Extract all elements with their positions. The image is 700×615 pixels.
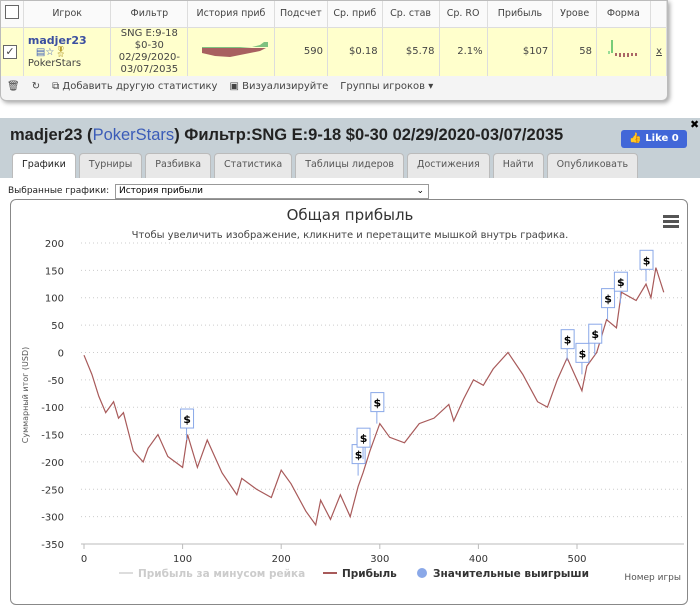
like-button[interactable]: 👍 Like 0: [621, 130, 687, 148]
legend-wins-swatch: [417, 568, 427, 578]
x-tick-label: 100: [173, 554, 192, 565]
col-filter[interactable]: Фильтр: [110, 1, 189, 28]
tab-charts[interactable]: Графики: [12, 153, 76, 178]
medal-icon[interactable]: 🎖: [54, 47, 67, 58]
big-win-marker-label: $: [604, 293, 612, 306]
chart-subtitle: Чтобы увеличить изображение, кликните и …: [132, 230, 569, 241]
col-level[interactable]: Урове: [552, 1, 598, 28]
menu-icon[interactable]: [663, 215, 679, 228]
big-win-marker-label: $: [355, 449, 363, 462]
chevron-down-icon: ⌄: [416, 186, 424, 196]
x-tick-label: 300: [370, 554, 389, 565]
tab-search[interactable]: Найти: [492, 153, 544, 178]
form-sparkline: [596, 27, 651, 76]
avg-stake-cell: $5.78: [382, 27, 440, 76]
big-win-marker-label: $: [360, 432, 368, 445]
col-avg-roi[interactable]: Ср. RO: [439, 1, 488, 28]
count-cell: 590: [274, 27, 328, 76]
col-player[interactable]: Игрок: [23, 1, 112, 28]
tab-publish[interactable]: Опубликовать: [546, 153, 639, 178]
x-tick-label: 500: [567, 554, 586, 565]
y-tick-label: 100: [45, 294, 64, 305]
y-tick-label: -250: [41, 485, 64, 496]
chart-container[interactable]: Общая прибыль Чтобы увеличить изображение…: [10, 199, 688, 605]
y-tick-label: 200: [45, 239, 64, 250]
tab-achievements[interactable]: Достижения: [407, 153, 490, 178]
toolbar: 🗑 ↻ ⧉ Добавить другую статистику ▣ Визуа…: [7, 81, 433, 92]
tab-tournaments[interactable]: Турниры: [78, 153, 143, 178]
x-tick-label: 200: [272, 554, 291, 565]
history-sparkline: [187, 27, 275, 76]
x-axis-label: Номер игры: [624, 573, 681, 583]
add-stat-button[interactable]: ⧉ Добавить другую статистику: [52, 81, 217, 92]
tab-bar: Графики Турниры Разбивка Статистика Табл…: [12, 153, 639, 178]
player-link[interactable]: madjer23: [28, 34, 87, 47]
y-tick-label: -100: [41, 403, 64, 414]
star-icon[interactable]: ☆: [45, 47, 54, 58]
col-count[interactable]: Подсчет: [274, 1, 328, 28]
y-tick-label: 0: [58, 348, 64, 359]
x-tick-label: 0: [81, 554, 87, 565]
player-groups-dropdown[interactable]: Группы игроков ▾: [340, 81, 433, 92]
trash-icon[interactable]: 🗑: [7, 81, 20, 92]
col-avg-stake[interactable]: Ср. став: [382, 1, 440, 28]
chart-select[interactable]: История прибыли ⌄: [115, 184, 429, 199]
remove-button[interactable]: x: [650, 27, 668, 76]
player-site: PokerStars: [27, 58, 82, 69]
legend-profit: Прибыль: [342, 568, 397, 580]
big-win-marker-label: $: [564, 334, 572, 347]
big-win-marker-label: $: [591, 328, 599, 341]
row-checkbox[interactable]: ✓: [1, 27, 24, 76]
chart-title: Общая прибыль: [287, 206, 414, 224]
legend-rake: Прибыль за минусом рейка: [138, 568, 305, 580]
y-tick-label: -150: [41, 431, 64, 442]
avg-roi-cell: 2.1%: [439, 27, 488, 76]
select-all-checkbox[interactable]: [1, 1, 24, 28]
tab-breakdown[interactable]: Разбивка: [145, 153, 212, 178]
profit-cell: $107: [487, 27, 554, 76]
notes-icon[interactable]: ▤: [36, 47, 45, 58]
big-win-marker-label: $: [617, 276, 625, 289]
big-win-marker-label: $: [579, 347, 587, 360]
player-table: Игрок Фильтр История приб Подсчет Ср. пр…: [1, 1, 668, 76]
y-axis-label: Суммарный итог (USD): [21, 347, 30, 444]
player-summary-panel: Игрок Фильтр История приб Подсчет Ср. пр…: [0, 0, 668, 101]
refresh-icon[interactable]: ↻: [32, 81, 40, 92]
legend-wins: Значительные выигрыши: [433, 568, 589, 580]
tab-leaderboards[interactable]: Таблицы лидеров: [295, 153, 405, 178]
big-win-marker-label: $: [183, 413, 191, 426]
x-tick-label: 400: [469, 554, 488, 565]
profit-chart[interactable]: Общая прибыль Чтобы увеличить изображение…: [11, 200, 689, 606]
chart-select-label: Выбранные графики:: [8, 186, 110, 196]
y-tick-label: -300: [41, 513, 64, 524]
big-win-marker-label: $: [643, 254, 651, 267]
col-avg-profit[interactable]: Ср. приб: [327, 1, 383, 28]
y-tick-label: -350: [41, 540, 64, 551]
tab-statistics[interactable]: Статистика: [214, 153, 293, 178]
col-history[interactable]: История приб: [187, 1, 275, 28]
close-icon[interactable]: ✖: [690, 118, 699, 131]
y-tick-label: -200: [41, 458, 64, 469]
y-tick-label: -50: [48, 376, 64, 387]
filter-cell: SNG E:9-18 $0-30 02/29/2020- 03/07/2035: [110, 27, 189, 76]
y-tick-label: 50: [51, 321, 64, 332]
visualize-button[interactable]: ▣ Визуализируйте: [229, 81, 328, 92]
page-title: madjer23 (PokerStars) Фильтр:SNG E:9-18 …: [10, 126, 564, 144]
y-tick-label: 150: [45, 266, 64, 277]
avg-profit-cell: $0.18: [327, 27, 383, 76]
big-win-marker-label: $: [374, 397, 382, 410]
table-row: ✓ madjer23 ▤☆🎖 PokerStars SNG E:9-18 $0-3…: [1, 27, 668, 76]
col-form[interactable]: Форма: [596, 1, 651, 28]
level-cell: 58: [552, 27, 598, 76]
col-profit[interactable]: Прибыль: [487, 1, 554, 28]
